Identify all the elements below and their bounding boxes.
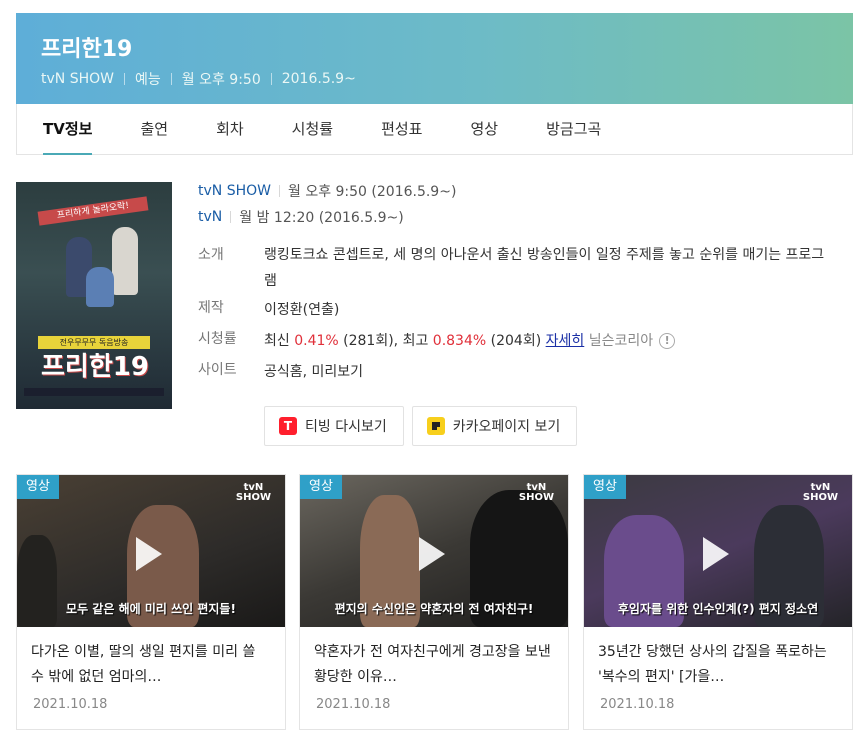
field-site: 사이트 공식홈, 미리보기: [198, 359, 363, 385]
poster-tag: 전우무무무 독음방송: [38, 336, 150, 349]
field-production: 제작 이정환(연출): [198, 297, 339, 323]
info-icon[interactable]: !: [659, 333, 676, 349]
video-caption: 후임자를 위한 인수인계(?) 편지 정소연: [617, 602, 819, 616]
video-date: 2021.10.18: [33, 697, 108, 712]
rating-latest-label: 최신: [264, 333, 295, 349]
program-meta: tvN SHOW 예능 월 오후 9:50 2016.5.9~: [41, 69, 356, 89]
field-rating: 시청률 최신 0.41% (281회), 최고 0.834% (204회) 자세…: [198, 328, 676, 354]
program-poster[interactable]: 프리하게 놀라오락! 전우무무무 독음방송 프리한19: [16, 182, 172, 409]
broadcast-line: tvN SHOW 월 오후 9:50 (2016.5.9~): [198, 181, 828, 201]
play-icon[interactable]: [419, 537, 445, 571]
video-title[interactable]: 35년간 당했던 상사의 갑질을 폭로하는 '복수의 편지' [가을…: [598, 640, 838, 690]
rating-value: 최신 0.41% (281회), 최고 0.834% (204회) 자세히 닐슨…: [264, 328, 676, 354]
divider: [230, 211, 232, 223]
poster-banner: 프리하게 놀라오락!: [37, 196, 149, 226]
tab-ratings[interactable]: 시청률: [292, 104, 333, 154]
tving-icon: T: [279, 417, 297, 435]
field-label: 시청률: [198, 331, 237, 347]
kakaopage-label: 카카오페이지 보기: [452, 419, 561, 435]
divider: [270, 73, 272, 85]
video-thumbnail[interactable]: 영상 tvN SHOW 후임자를 위한 인수인계(?) 편지 정소연: [584, 475, 852, 627]
poster-person: [112, 227, 138, 295]
production-value: 이정환(연출): [264, 302, 340, 318]
video-date: 2021.10.18: [316, 697, 391, 712]
site-links[interactable]: 공식홈, 미리보기: [264, 359, 363, 385]
tab-songs[interactable]: 방금그곡: [546, 104, 601, 154]
play-icon[interactable]: [136, 537, 162, 571]
broadcast-channel-link[interactable]: tvN SHOW: [198, 183, 271, 199]
rating-latest-value: 0.41%: [294, 333, 339, 349]
tving-replay-button[interactable]: T 티빙 다시보기: [264, 406, 404, 446]
video-badge: 영상: [584, 475, 626, 499]
video-card[interactable]: 영상 tvN SHOW 후임자를 위한 인수인계(?) 편지 정소연 35년간 당…: [583, 474, 853, 730]
tab-tv-info[interactable]: TV정보: [43, 104, 93, 155]
meta-channel[interactable]: tvN SHOW: [41, 71, 114, 87]
broadcast-line: tvN 월 밤 12:20 (2016.5.9~): [198, 207, 828, 227]
program-tabs: TV정보 출연 회차 시청률 편성표 영상 방금그곡: [16, 104, 853, 155]
video-title[interactable]: 약혼자가 전 여자친구에게 경고장을 보낸 황당한 이유…: [314, 640, 554, 690]
field-description: 소개 랭킹토크쇼 콘셉트로, 세 명의 아나운서 출신 방송인들이 일정 주제를…: [198, 242, 828, 294]
rating-latest-episode: (281회), 최고: [338, 333, 433, 349]
video-date: 2021.10.18: [600, 697, 675, 712]
broadcast-time: 월 오후 9:50 (2016.5.9~): [287, 184, 457, 200]
field-label: 사이트: [198, 362, 237, 378]
rating-max-value: 0.834%: [432, 333, 487, 349]
program-header: 프리한19 tvN SHOW 예능 월 오후 9:50 2016.5.9~: [16, 13, 853, 104]
tab-episodes[interactable]: 회차: [216, 104, 244, 154]
video-card[interactable]: 영상 tvN SHOW 모두 같은 해에 미리 쓰인 편지들! 다가온 이별, 딸…: [16, 474, 286, 730]
poster-strip: [24, 388, 164, 396]
poster-person: [86, 267, 114, 307]
poster-logo: 프리한19: [41, 352, 149, 382]
video-thumbnail[interactable]: 영상 tvN SHOW 모두 같은 해에 미리 쓰인 편지들!: [17, 475, 285, 627]
field-label: 소개: [198, 247, 224, 263]
meta-airtime: 월 오후 9:50: [181, 72, 261, 88]
program-title[interactable]: 프리한19: [41, 31, 132, 63]
broadcast-time: 월 밤 12:20 (2016.5.9~): [239, 210, 404, 226]
tab-cast[interactable]: 출연: [140, 104, 168, 154]
rating-max-episode: (204회): [486, 333, 546, 349]
rating-source: 닐슨코리아: [584, 333, 654, 349]
divider: [123, 73, 125, 85]
meta-genre: 예능: [134, 72, 161, 88]
watch-buttons: T 티빙 다시보기 카카오페이지 보기: [264, 406, 585, 446]
video-badge: 영상: [17, 475, 59, 499]
video-caption: 모두 같은 해에 미리 쓰인 편지들!: [66, 602, 236, 616]
rating-detail-link[interactable]: 자세히: [546, 333, 585, 349]
tvn-show-logo: tvN SHOW: [518, 482, 554, 503]
play-icon[interactable]: [703, 537, 729, 571]
program-info: tvN SHOW 월 오후 9:50 (2016.5.9~) tvN 월 밤 1…: [198, 181, 828, 380]
video-thumbnail[interactable]: 영상 tvN SHOW 편지의 수신인은 약혼자의 전 여자친구!: [300, 475, 568, 627]
divider: [170, 73, 172, 85]
kakaopage-icon: [426, 417, 445, 435]
broadcast-channel-link[interactable]: tvN: [198, 209, 222, 225]
meta-start-date: 2016.5.9~: [281, 71, 356, 87]
description-text: 랭킹토크쇼 콘셉트로, 세 명의 아나운서 출신 방송인들이 일정 주제를 놓고…: [264, 247, 825, 289]
field-label: 제작: [198, 300, 224, 316]
video-badge: 영상: [300, 475, 342, 499]
divider: [278, 185, 280, 197]
tab-videos[interactable]: 영상: [470, 104, 498, 154]
tvn-show-logo: tvN SHOW: [235, 482, 271, 503]
video-card[interactable]: 영상 tvN SHOW 편지의 수신인은 약혼자의 전 여자친구! 약혼자가 전 …: [299, 474, 569, 730]
tvn-show-logo: tvN SHOW: [802, 482, 838, 503]
video-title[interactable]: 다가온 이별, 딸의 생일 편지를 미리 쓸 수 밖에 없던 엄마의…: [31, 640, 271, 690]
tving-replay-label: 티빙 다시보기: [305, 419, 387, 435]
kakaopage-button[interactable]: 카카오페이지 보기: [411, 406, 578, 446]
tab-schedule[interactable]: 편성표: [381, 104, 422, 154]
video-caption: 편지의 수신인은 약혼자의 전 여자친구!: [334, 602, 534, 616]
